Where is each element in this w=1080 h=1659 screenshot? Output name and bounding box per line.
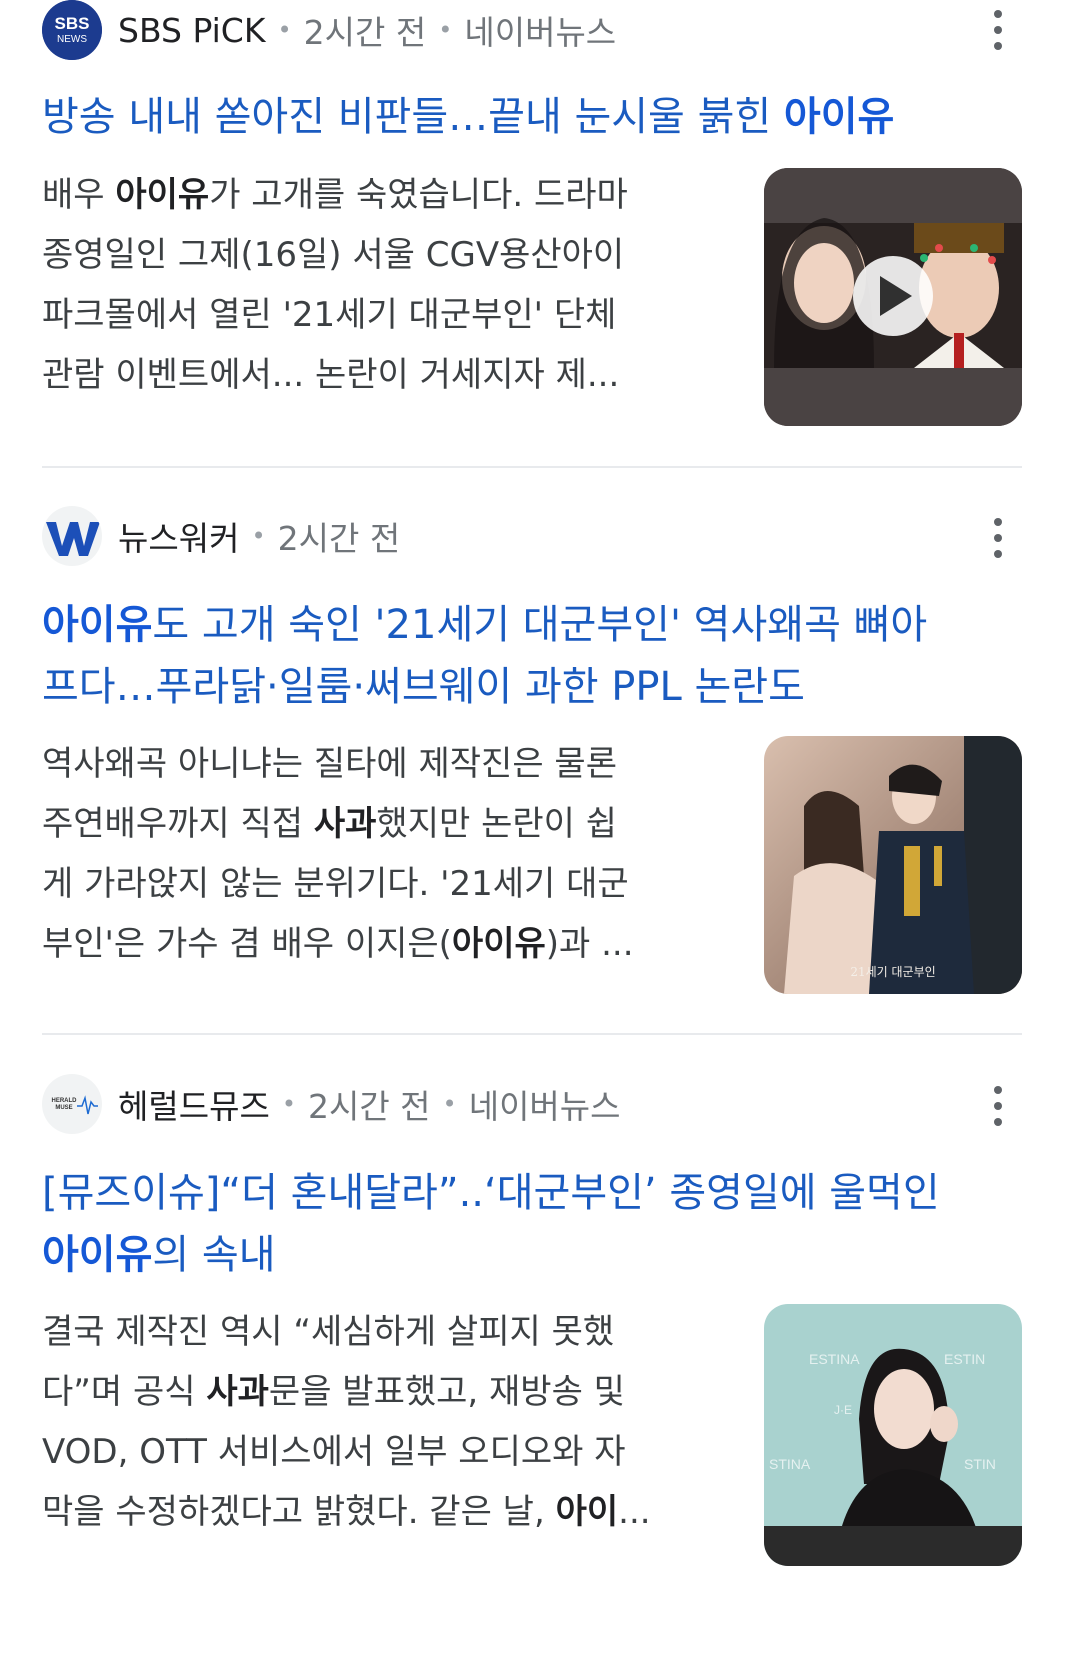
title-line: 아이유도 고개 숙인 '21세기 대군부인' 역사왜곡 뼈아: [42, 594, 1002, 656]
card-meta: W 뉴스워커 • 2시간 전: [42, 506, 400, 566]
svg-text:STIN: STIN: [964, 1456, 996, 1472]
line-text: 결국 제작진 역시 “세심하게 살피지 못했: [42, 1312, 615, 1352]
line-text: 부인'은 가수 겸 배우 이지은(: [42, 924, 452, 964]
snippet-line: 부인'은 가수 겸 배우 이지은(아이유)과 ...: [42, 914, 692, 974]
highlighted-keyword: 아이유: [42, 602, 153, 648]
article-snippet: 배우 아이유가 고개를 숙였습니다. 드라마 종영일인 그제(16일) 서울 C…: [42, 165, 692, 405]
line-text: ...: [618, 1492, 651, 1532]
line-text: 역사왜곡 아니냐는 질타에 제작진은 물론: [42, 744, 617, 784]
article-thumbnail-video[interactable]: [764, 168, 1022, 426]
highlighted-keyword: 아이유: [783, 94, 895, 140]
snippet-line: 다”며 공식 사과문을 발표했고, 재방송 및: [42, 1362, 692, 1422]
more-options-icon[interactable]: [988, 10, 1008, 50]
separator-dot: •: [438, 16, 453, 44]
card-divider: [42, 466, 1022, 468]
card-meta: HERALD MUSE 헤럴드뮤즈 • 2시간 전 • 네이버뉴스: [42, 1074, 621, 1134]
line-text: 게 가라앉지 않는 분위기다. '21세기 대군: [42, 864, 629, 904]
snippet-line: VOD, OTT 서비스에서 일부 오디오와 자: [42, 1422, 692, 1482]
svg-text:NEWS: NEWS: [57, 34, 87, 45]
timestamp: 2시간 전: [277, 519, 401, 558]
line-text: 다”며 공식: [42, 1372, 207, 1412]
highlighted-keyword: 아이: [555, 1492, 619, 1532]
line-text: )과 ...: [545, 924, 634, 964]
more-options-icon[interactable]: [988, 518, 1008, 558]
title-line: 프다…푸라닭·일룸·써브웨이 과한 PPL 논란도: [42, 656, 1002, 718]
title-line: 아이유의 속내: [42, 1224, 1002, 1286]
line-text: VOD, OTT 서비스에서 일부 오디오와 자: [42, 1432, 626, 1472]
separator-dot: •: [442, 1090, 457, 1118]
line-text: 주연배우까지 직접: [42, 804, 314, 844]
article-title[interactable]: [뮤즈이슈]“더 혼내달라”..‘대군부인’ 종영일에 울먹인 아이유의 속내: [42, 1162, 1002, 1286]
snippet-line: 역사왜곡 아니냐는 질타에 제작진은 물론: [42, 734, 692, 794]
line-text: 문을 발표했고, 재방송 및: [268, 1372, 625, 1412]
separator-dot: •: [251, 522, 266, 550]
snippet-line: 파크몰에서 열린 '21세기 대군부인' 단체: [42, 285, 692, 345]
line-text: [뮤즈이슈]“더 혼내달라”..‘대군부인’ 종영일에 울먹인: [42, 1170, 940, 1216]
highlighted-keyword: 사과: [313, 804, 377, 844]
card-divider: [42, 1033, 1022, 1035]
line-text: 방송 내내 쏟아진 비판들…끝내 눈시울 붉힌: [42, 94, 784, 140]
snippet-line: 게 가라앉지 않는 분위기다. '21세기 대군: [42, 854, 692, 914]
snippet-line: 종영일인 그제(16일) 서울 CGV용산아이: [42, 225, 692, 285]
svg-text:STINA: STINA: [769, 1456, 811, 1472]
provider-name: 네이버뉴스: [468, 1087, 621, 1126]
title-line: [뮤즈이슈]“더 혼내달라”..‘대군부인’ 종영일에 울먹인: [42, 1162, 1002, 1224]
sbs-news-logo-icon: SBS NEWS: [42, 0, 102, 60]
svg-text:SBS: SBS: [55, 14, 90, 33]
line-text: 가 고개를 숙였습니다. 드라마: [209, 175, 628, 215]
line-text: 도 고개 숙인 '21세기 대군부인' 역사왜곡 뼈아: [152, 602, 928, 648]
source-name[interactable]: 헤럴드뮤즈: [118, 1080, 270, 1128]
line-text: 파크몰에서 열린 '21세기 대군부인' 단체: [42, 295, 617, 335]
svg-text:MUSE: MUSE: [55, 1105, 72, 1111]
newsworker-logo-icon: W: [42, 506, 102, 566]
article-title[interactable]: 아이유도 고개 숙인 '21세기 대군부인' 역사왜곡 뼈아 프다…푸라닭·일룸…: [42, 594, 1002, 718]
source-name[interactable]: 뉴스워커: [118, 512, 239, 560]
line-text: 배우: [42, 175, 116, 215]
article-title[interactable]: 방송 내내 쏟아진 비판들…끝내 눈시울 붉힌 아이유: [42, 86, 1002, 148]
svg-text:J·E: J·E: [834, 1403, 852, 1417]
highlighted-keyword: 아이유: [42, 1232, 153, 1278]
more-options-icon[interactable]: [988, 1086, 1008, 1126]
line-text: 프다…푸라닭·일룸·써브웨이 과한 PPL 논란도: [42, 664, 805, 710]
snippet-line: 결국 제작진 역시 “세심하게 살피지 못했: [42, 1302, 692, 1362]
separator-dot: •: [277, 16, 292, 44]
timestamp: 2시간 전: [303, 13, 427, 52]
snippet-line: 관람 이벤트에서... 논란이 거세지자 제...: [42, 345, 692, 405]
article-snippet: 결국 제작진 역시 “세심하게 살피지 못했 다”며 공식 사과문을 발표했고,…: [42, 1302, 692, 1542]
herald-muse-logo-icon: HERALD MUSE: [42, 1074, 102, 1134]
article-thumbnail-poster[interactable]: 21세기 대군부인: [764, 736, 1022, 994]
timestamp: 2시간 전: [307, 1087, 431, 1126]
highlighted-keyword: 아이유: [115, 175, 210, 215]
article-thumbnail-photo[interactable]: ESTINA ESTIN J·E STINA STIN: [764, 1304, 1022, 1566]
separator-dot: •: [281, 1090, 296, 1118]
snippet-line: 주연배우까지 직접 사과했지만 논란이 쉽: [42, 794, 692, 854]
source-name[interactable]: SBS PiCK: [118, 11, 265, 50]
svg-text:ESTIN: ESTIN: [944, 1351, 985, 1367]
line-text: 의 속내: [152, 1232, 276, 1278]
line-text: 종영일인 그제(16일) 서울 CGV용산아이: [42, 235, 625, 275]
poster-caption: 21세기 대군부인: [850, 965, 935, 979]
highlighted-keyword: 사과: [206, 1372, 269, 1412]
svg-text:ESTINA: ESTINA: [809, 1351, 860, 1367]
provider-name: 네이버뉴스: [464, 13, 617, 52]
line-text: 막을 수정하겠다고 밝혔다. 같은 날,: [42, 1492, 556, 1532]
highlighted-keyword: 아이유: [451, 924, 546, 964]
line-text: 관람 이벤트에서... 논란이 거세지자 제...: [42, 355, 620, 395]
snippet-line: 막을 수정하겠다고 밝혔다. 같은 날, 아이...: [42, 1482, 692, 1542]
card-meta: SBS NEWS SBS PiCK • 2시간 전 • 네이버뉴스: [42, 0, 616, 60]
title-line: 방송 내내 쏟아진 비판들…끝내 눈시울 붉힌 아이유: [42, 86, 1002, 148]
snippet-line: 배우 아이유가 고개를 숙였습니다. 드라마: [42, 165, 692, 225]
svg-text:HERALD: HERALD: [52, 1098, 78, 1104]
line-text: 했지만 논란이 쉽: [376, 804, 617, 844]
article-snippet: 역사왜곡 아니냐는 질타에 제작진은 물론 주연배우까지 직접 사과했지만 논란…: [42, 734, 692, 974]
